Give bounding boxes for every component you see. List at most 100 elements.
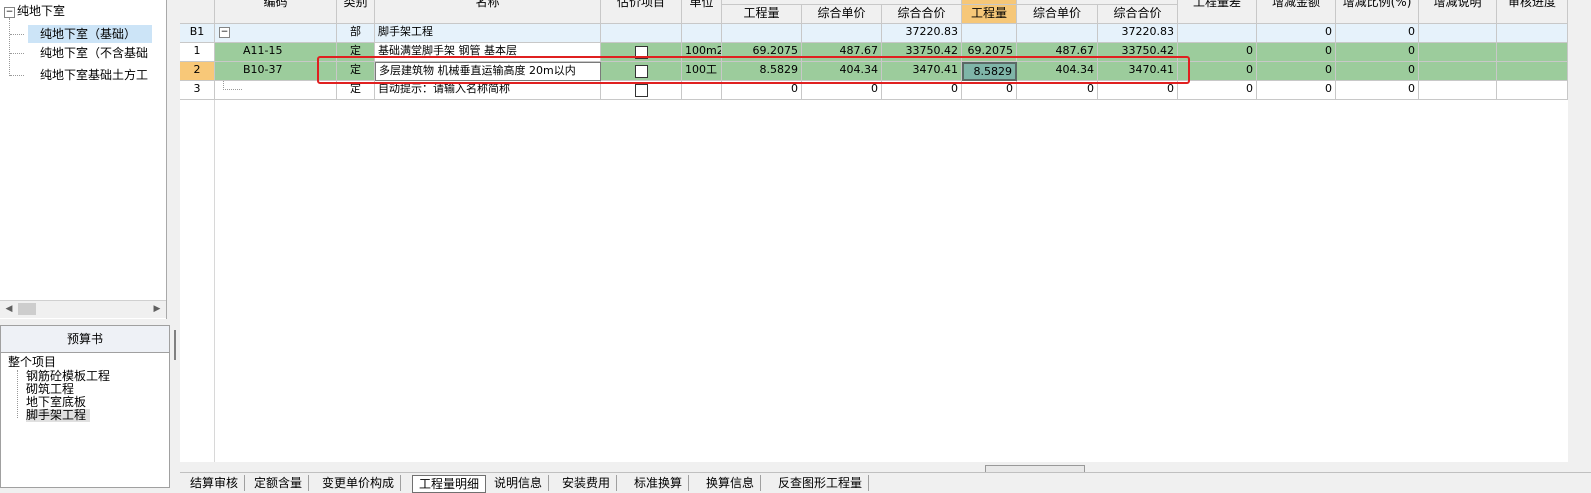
table-cell-uprice1[interactable]: 404.34 xyxy=(802,62,882,81)
table-cell-unit[interactable]: 100工 xyxy=(682,62,722,81)
header-code[interactable]: 编码 xyxy=(215,0,337,24)
table-cell-total1[interactable]: 3470.41 xyxy=(882,62,962,81)
table-cell-uprice2[interactable]: 487.67 xyxy=(1017,43,1098,62)
tree-item-basement-foundation[interactable]: 纯地下室（基础） xyxy=(28,25,152,43)
table-cell-code[interactable] xyxy=(215,81,337,100)
table-cell-audit[interactable] xyxy=(1497,43,1568,62)
budget-item-scaffolding[interactable]: 脚手架工程 xyxy=(26,409,91,422)
estimate-checkbox[interactable] xyxy=(635,84,648,97)
tab-quantity-details[interactable]: 工程量明细 xyxy=(412,475,487,493)
table-cell-name[interactable]: 自动提示：请输入名称简称 xyxy=(375,81,601,100)
tree-item-basement-no-foundation[interactable]: 纯地下室（不含基础 xyxy=(40,44,148,62)
header-desc[interactable]: 增减说明 xyxy=(1419,0,1497,24)
table-cell-amtchange[interactable]: 0 xyxy=(1257,62,1336,81)
tree-item-basement-earthwork[interactable]: 纯地下室基础土方工 xyxy=(40,66,148,84)
table-cell-qtydiff[interactable]: 0 xyxy=(1178,43,1257,62)
row-number[interactable]: B1 xyxy=(180,24,215,43)
row-number[interactable]: 3 xyxy=(180,81,215,100)
table-cell-total1[interactable]: 37220.83 xyxy=(882,24,962,43)
header-qty-diff[interactable]: 工程量差 xyxy=(1178,0,1257,24)
header-ratio[interactable]: 增减比例(%) xyxy=(1336,0,1419,24)
table-cell-total2[interactable]: 0 xyxy=(1098,81,1178,100)
table-cell-uprice2[interactable]: 0 xyxy=(1017,81,1098,100)
table-cell-qtydiff[interactable]: 0 xyxy=(1178,81,1257,100)
estimate-checkbox[interactable] xyxy=(635,46,648,59)
splitter-grip[interactable] xyxy=(174,330,176,360)
collapse-toggle-icon[interactable]: − xyxy=(219,27,230,38)
table-cell-uprice1[interactable] xyxy=(802,24,882,43)
table-cell-desc[interactable] xyxy=(1419,62,1497,81)
table-cell-audit[interactable] xyxy=(1497,81,1568,100)
header-qty-1[interactable]: 工程量 xyxy=(722,5,802,24)
header-unit[interactable]: 单位 xyxy=(682,0,722,24)
table-cell-qty1[interactable]: 8.5829 xyxy=(722,62,802,81)
tab-standard-conversion[interactable]: 标准换算 xyxy=(628,475,690,491)
scroll-right-icon[interactable]: ▶ xyxy=(150,303,164,316)
table-cell-desc[interactable] xyxy=(1419,81,1497,100)
table-cell-uprice1[interactable]: 487.67 xyxy=(802,43,882,62)
budget-root-item[interactable]: 整个项目 xyxy=(8,356,56,369)
table-cell-uprice1[interactable]: 0 xyxy=(802,81,882,100)
table-cell-name[interactable]: 基础满堂脚手架 钢管 基本层 xyxy=(375,43,601,62)
table-cell-audit[interactable] xyxy=(1497,62,1568,81)
tab-settlement-review[interactable]: 结算审核 xyxy=(184,475,246,491)
header-estimate[interactable]: 估价项目 xyxy=(601,0,682,24)
table-cell-type[interactable]: 部 xyxy=(337,24,375,43)
header-audit[interactable]: 审核进度 xyxy=(1497,0,1568,24)
table-cell-qty2[interactable]: 69.2075 xyxy=(962,43,1017,62)
table-cell-ratio[interactable]: 0 xyxy=(1336,62,1419,81)
header-amount-change[interactable]: 增减金额 xyxy=(1257,0,1336,24)
table-cell-qty1[interactable]: 0 xyxy=(722,81,802,100)
table-cell-total1[interactable]: 33750.42 xyxy=(882,43,962,62)
table-cell-type[interactable]: 定 xyxy=(337,81,375,100)
header-total-1[interactable]: 综合合价 xyxy=(882,5,962,24)
header-name[interactable]: 名称 xyxy=(375,0,601,24)
tab-reverse-lookup[interactable]: 反查图形工程量 xyxy=(772,475,870,491)
table-cell-amtchange[interactable]: 0 xyxy=(1257,43,1336,62)
table-cell-uprice2[interactable]: 404.34 xyxy=(1017,62,1098,81)
table-cell-total2[interactable]: 33750.42 xyxy=(1098,43,1178,62)
table-cell-qty2-selected[interactable]: 8.5829 xyxy=(962,62,1017,81)
header-unit-price-2[interactable]: 综合单价 xyxy=(1017,5,1098,24)
table-cell-estimate[interactable] xyxy=(601,24,682,43)
row-number[interactable]: 2 xyxy=(180,62,215,81)
table-cell-qty2[interactable] xyxy=(962,24,1017,43)
table-cell-total1[interactable]: 0 xyxy=(882,81,962,100)
table-cell-qtydiff[interactable]: 0 xyxy=(1178,62,1257,81)
table-cell-code[interactable]: A11-15 xyxy=(215,43,337,62)
table-cell-name[interactable]: 脚手架工程 xyxy=(375,24,601,43)
table-cell-audit[interactable] xyxy=(1497,24,1568,43)
tree-root-label[interactable]: 纯地下室 xyxy=(17,2,65,20)
table-cell-ratio[interactable]: 0 xyxy=(1336,24,1419,43)
scroll-left-icon[interactable]: ◀ xyxy=(2,303,16,316)
table-cell-estimate[interactable] xyxy=(601,43,682,62)
collapse-toggle-icon[interactable]: − xyxy=(4,7,15,18)
tab-quota-content[interactable]: 定额含量 xyxy=(248,475,310,491)
table-cell-name[interactable]: 多层建筑物 机械垂直运输高度 20m以内 xyxy=(375,62,601,81)
table-cell-ratio[interactable]: 0 xyxy=(1336,43,1419,62)
table-cell-type[interactable]: 定 xyxy=(337,62,375,81)
tab-install-fee[interactable]: 安装费用 xyxy=(556,475,618,491)
table-cell-desc[interactable] xyxy=(1419,43,1497,62)
header-type[interactable]: 类别 xyxy=(337,0,375,24)
table-cell-unit[interactable] xyxy=(682,81,722,100)
table-cell-code[interactable]: B10-37 xyxy=(215,62,337,81)
table-cell-amtchange[interactable]: 0 xyxy=(1257,24,1336,43)
tab-description[interactable]: 说明信息 xyxy=(488,475,550,491)
tree-horizontal-scrollbar[interactable]: ◀ ▶ xyxy=(0,300,166,318)
table-cell-amtchange[interactable]: 0 xyxy=(1257,81,1336,100)
table-cell-estimate[interactable] xyxy=(601,62,682,81)
panel-splitter[interactable] xyxy=(170,0,180,488)
table-cell-estimate[interactable] xyxy=(601,81,682,100)
grid-vertical-scrollbar[interactable] xyxy=(1568,0,1591,462)
table-cell-unit[interactable]: 100m2 xyxy=(682,43,722,62)
tab-price-composition[interactable]: 变更单价构成 xyxy=(316,475,402,491)
table-cell-total2[interactable]: 3470.41 xyxy=(1098,62,1178,81)
estimate-checkbox[interactable] xyxy=(635,65,648,78)
table-cell-unit[interactable] xyxy=(682,24,722,43)
table-cell-qty1[interactable] xyxy=(722,24,802,43)
header-qty-2[interactable]: 工程量 xyxy=(962,5,1017,24)
table-cell-ratio[interactable]: 0 xyxy=(1336,81,1419,100)
header-unit-price-1[interactable]: 综合单价 xyxy=(802,5,882,24)
table-cell-uprice2[interactable] xyxy=(1017,24,1098,43)
